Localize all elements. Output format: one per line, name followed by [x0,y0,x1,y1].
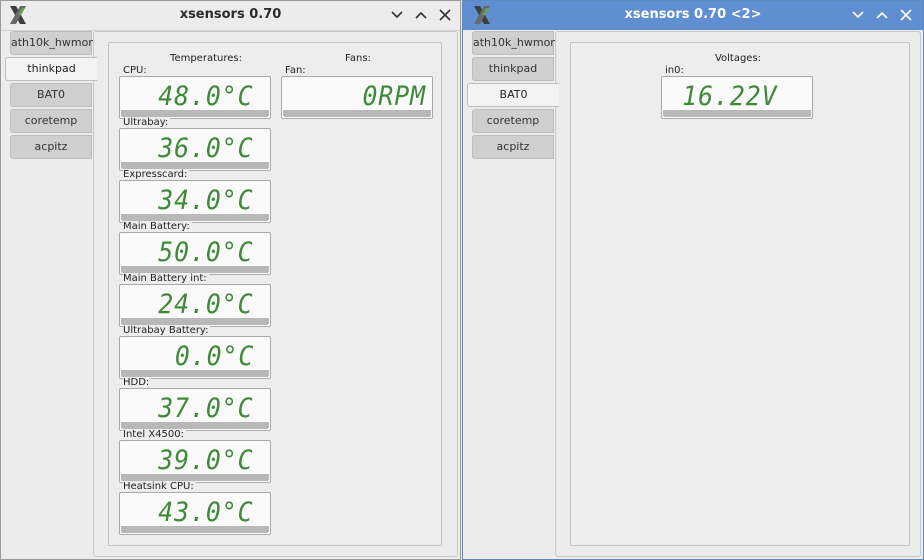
tab-ath10k-hwmon[interactable]: ath10k_hwmon [472,31,557,55]
minimize-chevron-down-icon[interactable] [849,6,867,24]
sensor-value: 37.0°C [158,393,254,424]
sensor-label: Ultrabay Battery: [123,325,211,336]
tab-acpitz[interactable]: acpitz [472,135,554,159]
lcd-display: 36.0°C [119,128,271,171]
lcd-bar [121,370,269,377]
sensor-value: 24.0°C [158,289,254,320]
sensor-value: 48.0°C [158,81,254,112]
lcd-display: 43.0°C [119,492,271,535]
lcd-bar [121,110,269,117]
sensor-label: Heatsink CPU: [123,481,196,492]
lcd-display: 37.0°C [119,388,271,431]
lcd-display: 0.0°C [119,336,271,379]
lcd-bar [121,162,269,169]
sensor-label: Intel X4500: [123,429,186,440]
sensor-label: in0: [665,65,686,76]
sensor-label: HDD: [123,377,152,388]
sensor-value: 34.0°C [158,185,254,216]
close-icon[interactable] [436,6,454,24]
sensor-value: 39.0°C [158,445,254,476]
lcd-display: 50.0°C [119,232,271,275]
tab-acpitz[interactable]: acpitz [10,135,92,159]
lcd-display: 16.22V [661,76,813,119]
lcd-bar [663,110,811,117]
sensor-value: 0RPM [362,81,426,112]
sensor-value: 0.0°C [174,341,254,372]
close-icon[interactable] [897,6,915,24]
maximize-chevron-up-icon[interactable] [412,6,430,24]
lcd-bar [121,214,269,221]
sensor-group-box: Voltages: 16.22V in0: [570,42,910,546]
lcd-display: 0RPM [281,76,433,119]
xsensors-window-2: xsensors 0.70 <2> ath10k_hwmon thinkpad … [462,0,924,560]
lcd-display: 39.0°C [119,440,271,483]
sensor-label: Fan: [285,65,308,76]
sensor-value: 43.0°C [158,497,254,528]
sensor-label: Expresscard: [123,169,190,180]
fans-heading: Fans: [345,53,371,64]
xsensors-window-1: xsensors 0.70 ath10k_hwmon thinkpad BAT0… [0,0,461,560]
lcd-display: 48.0°C [119,76,271,119]
lcd-bar [121,474,269,481]
tab-coretemp[interactable]: coretemp [10,109,92,133]
sensor-value: 50.0°C [158,237,254,268]
sensor-value: 36.0°C [158,133,254,164]
sensor-label: Ultrabay: [123,117,171,128]
tab-content-panel: Temperatures: Fans: 48.0°C CPU: 36.0°C U… [93,31,458,557]
sensor-value: 16.22V [682,81,778,112]
lcd-bar [121,266,269,273]
maximize-chevron-up-icon[interactable] [873,6,891,24]
lcd-display: 34.0°C [119,180,271,223]
tab-ath10k-hwmon[interactable]: ath10k_hwmon [10,31,95,55]
lcd-bar [283,110,431,117]
voltages-heading: Voltages: [714,53,762,64]
tab-bat0[interactable]: BAT0 [467,83,559,107]
minimize-chevron-down-icon[interactable] [388,6,406,24]
tab-thinkpad[interactable]: thinkpad [5,57,97,81]
tab-coretemp[interactable]: coretemp [472,109,554,133]
sensor-label: Main Battery int: [123,273,209,284]
tab-bat0[interactable]: BAT0 [10,83,92,107]
tab-thinkpad[interactable]: thinkpad [472,57,554,81]
temperatures-heading: Temperatures: [170,53,242,64]
sensor-label: Main Battery: [123,221,192,232]
lcd-display: 24.0°C [119,284,271,327]
lcd-bar [121,526,269,533]
titlebar[interactable]: xsensors 0.70 <2> [463,1,923,30]
lcd-bar [121,422,269,429]
lcd-bar [121,318,269,325]
tab-content-panel: Voltages: 16.22V in0: [555,31,921,557]
titlebar[interactable]: xsensors 0.70 [1,1,460,31]
sensor-group-box: Temperatures: Fans: 48.0°C CPU: 36.0°C U… [108,42,442,546]
sensor-label: CPU: [123,65,149,76]
